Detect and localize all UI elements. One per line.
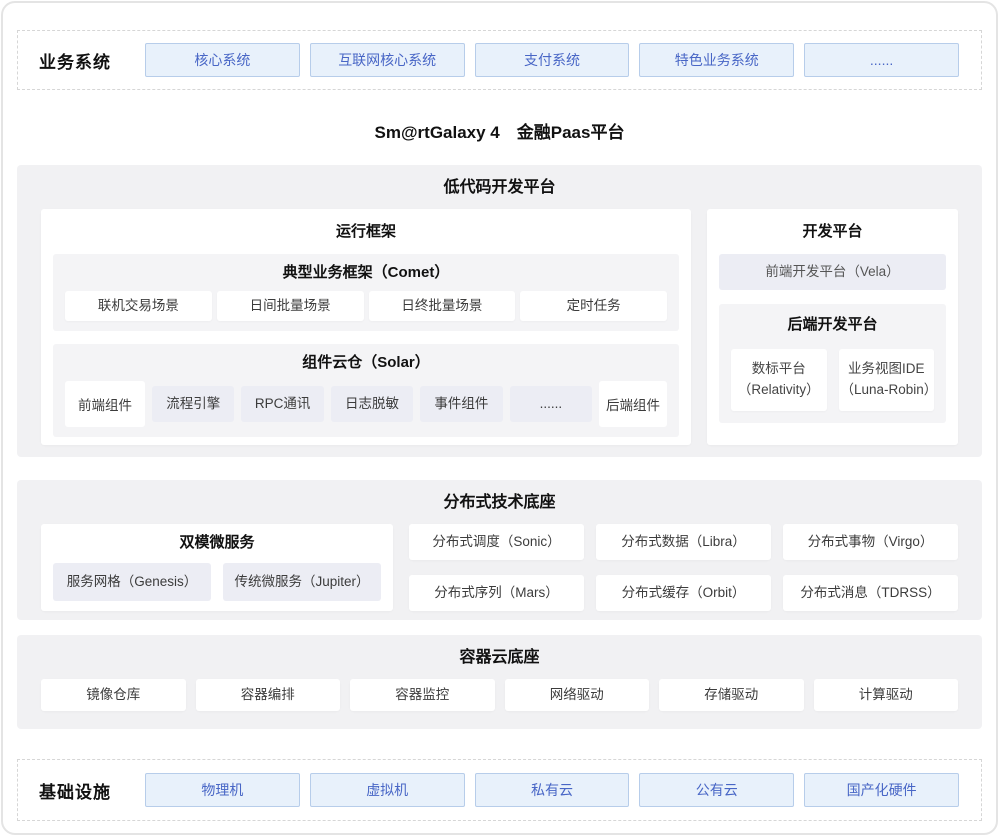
dev-platform-box: 开发平台 前端开发平台（Vela） 后端开发平台 数标平台（Relativity… [707,209,958,445]
backend-dev-platform-title: 后端开发平台 [731,314,934,335]
image-registry: 镜像仓库 [41,679,186,711]
business-system-special: 特色业务系统 [639,43,794,77]
container-cloud-title: 容器云底座 [41,647,958,669]
comet-item-online-trading: 联机交易场景 [65,291,212,321]
infrastructure-label: 基础设施 [18,778,145,803]
solar-chip-more: ...... [510,386,592,422]
distributed-grid: 分布式调度（Sonic） 分布式数据（Libra） 分布式事物（Virgo） 分… [409,524,958,611]
distributed-section: 分布式技术底座 双模微服务 服务网格（Genesis） 传统微服务（Jupite… [17,480,982,620]
comet-item-daytime-batch: 日间批量场景 [217,291,364,321]
compute-driver: 计算驱动 [814,679,959,711]
backend-dev-items-row: 数标平台（Relativity） 业务视图IDE（Luna-Robin） [731,349,934,411]
business-system-internet-core: 互联网核心系统 [310,43,465,77]
orbit-cache: 分布式缓存（Orbit） [596,575,771,611]
solar-frontend-components: 前端组件 [65,381,145,427]
jupiter-microservice: 传统微服务（Jupiter） [223,563,381,601]
infrastructure-buttons: 物理机 虚拟机 私有云 公有云 国产化硬件 [145,773,981,807]
libra-data: 分布式数据（Libra） [596,524,771,560]
business-systems-label: 业务系统 [18,48,145,73]
container-items-row: 镜像仓库 容器编排 容器监控 网络驱动 存储驱动 计算驱动 [41,679,958,711]
business-system-more: ...... [804,43,959,77]
distributed-title: 分布式技术底座 [41,492,958,514]
storage-driver: 存储驱动 [659,679,804,711]
relativity-platform: 数标平台（Relativity） [731,349,827,411]
platform-title: Sm@rtGalaxy 4 金融Paas平台 [3,118,996,140]
mars-sequence: 分布式序列（Mars） [409,575,584,611]
tdrss-message: 分布式消息（TDRSS） [783,575,958,611]
solar-items-row: 前端组件 流程引擎 RPC通讯 日志脱敏 事件组件 ...... 后端组件 [65,381,667,427]
lowcode-body: 运行框架 典型业务框架（Comet） 联机交易场景 日间批量场景 日终批量场景 … [41,209,958,445]
runtime-framework-box: 运行框架 典型业务框架（Comet） 联机交易场景 日间批量场景 日终批量场景 … [41,209,691,445]
infra-private-cloud: 私有云 [475,773,630,807]
lowcode-section: 低代码开发平台 运行框架 典型业务框架（Comet） 联机交易场景 日间批量场景… [17,165,982,457]
infra-physical-machine: 物理机 [145,773,300,807]
solar-chip-rpc: RPC通讯 [241,386,323,422]
luna-robin-ide: 业务视图IDE（Luna-Robin） [839,349,935,411]
solar-chip-event: 事件组件 [420,386,502,422]
container-orchestration: 容器编排 [196,679,341,711]
comet-items-row: 联机交易场景 日间批量场景 日终批量场景 定时任务 [65,291,667,321]
dual-mode-items-row: 服务网格（Genesis） 传统微服务（Jupiter） [53,563,381,601]
solar-chip-log-masking: 日志脱敏 [331,386,413,422]
business-system-payment: 支付系统 [475,43,630,77]
business-systems-buttons: 核心系统 互联网核心系统 支付系统 特色业务系统 ...... [145,43,981,77]
solar-component-title: 组件云仓（Solar） [65,352,667,373]
architecture-diagram: 业务系统 核心系统 互联网核心系统 支付系统 特色业务系统 ...... Sm@… [1,1,998,835]
backend-dev-platform-box: 后端开发平台 数标平台（Relativity） 业务视图IDE（Luna-Rob… [719,304,946,423]
sonic-scheduling: 分布式调度（Sonic） [409,524,584,560]
infra-virtual-machine: 虚拟机 [310,773,465,807]
virgo-transaction: 分布式事物（Virgo） [783,524,958,560]
solar-chip-process-engine: 流程引擎 [152,386,234,422]
comet-item-scheduled-task: 定时任务 [520,291,667,321]
comet-item-endofday-batch: 日终批量场景 [369,291,516,321]
comet-framework-box: 典型业务框架（Comet） 联机交易场景 日间批量场景 日终批量场景 定时任务 [53,254,679,331]
container-cloud-section: 容器云底座 镜像仓库 容器编排 容器监控 网络驱动 存储驱动 计算驱动 [17,635,982,729]
vela-frontend-platform: 前端开发平台（Vela） [719,254,946,290]
infra-domestic-hardware: 国产化硬件 [804,773,959,807]
runtime-framework-title: 运行框架 [53,221,679,242]
container-monitoring: 容器监控 [350,679,495,711]
network-driver: 网络驱动 [505,679,650,711]
dev-platform-title: 开发平台 [719,221,946,242]
distributed-body: 双模微服务 服务网格（Genesis） 传统微服务（Jupiter） 分布式调度… [41,524,958,611]
dual-mode-microservice-box: 双模微服务 服务网格（Genesis） 传统微服务（Jupiter） [41,524,393,611]
dual-mode-title: 双模微服务 [53,532,381,553]
genesis-service-mesh: 服务网格（Genesis） [53,563,211,601]
lowcode-title: 低代码开发平台 [41,177,958,199]
solar-backend-components: 后端组件 [599,381,667,427]
infra-public-cloud: 公有云 [639,773,794,807]
solar-component-box: 组件云仓（Solar） 前端组件 流程引擎 RPC通讯 日志脱敏 事件组件 ..… [53,344,679,437]
comet-framework-title: 典型业务框架（Comet） [65,262,667,283]
business-systems-row: 业务系统 核心系统 互联网核心系统 支付系统 特色业务系统 ...... [17,30,982,90]
infrastructure-row: 基础设施 物理机 虚拟机 私有云 公有云 国产化硬件 [17,759,982,821]
business-system-core: 核心系统 [145,43,300,77]
